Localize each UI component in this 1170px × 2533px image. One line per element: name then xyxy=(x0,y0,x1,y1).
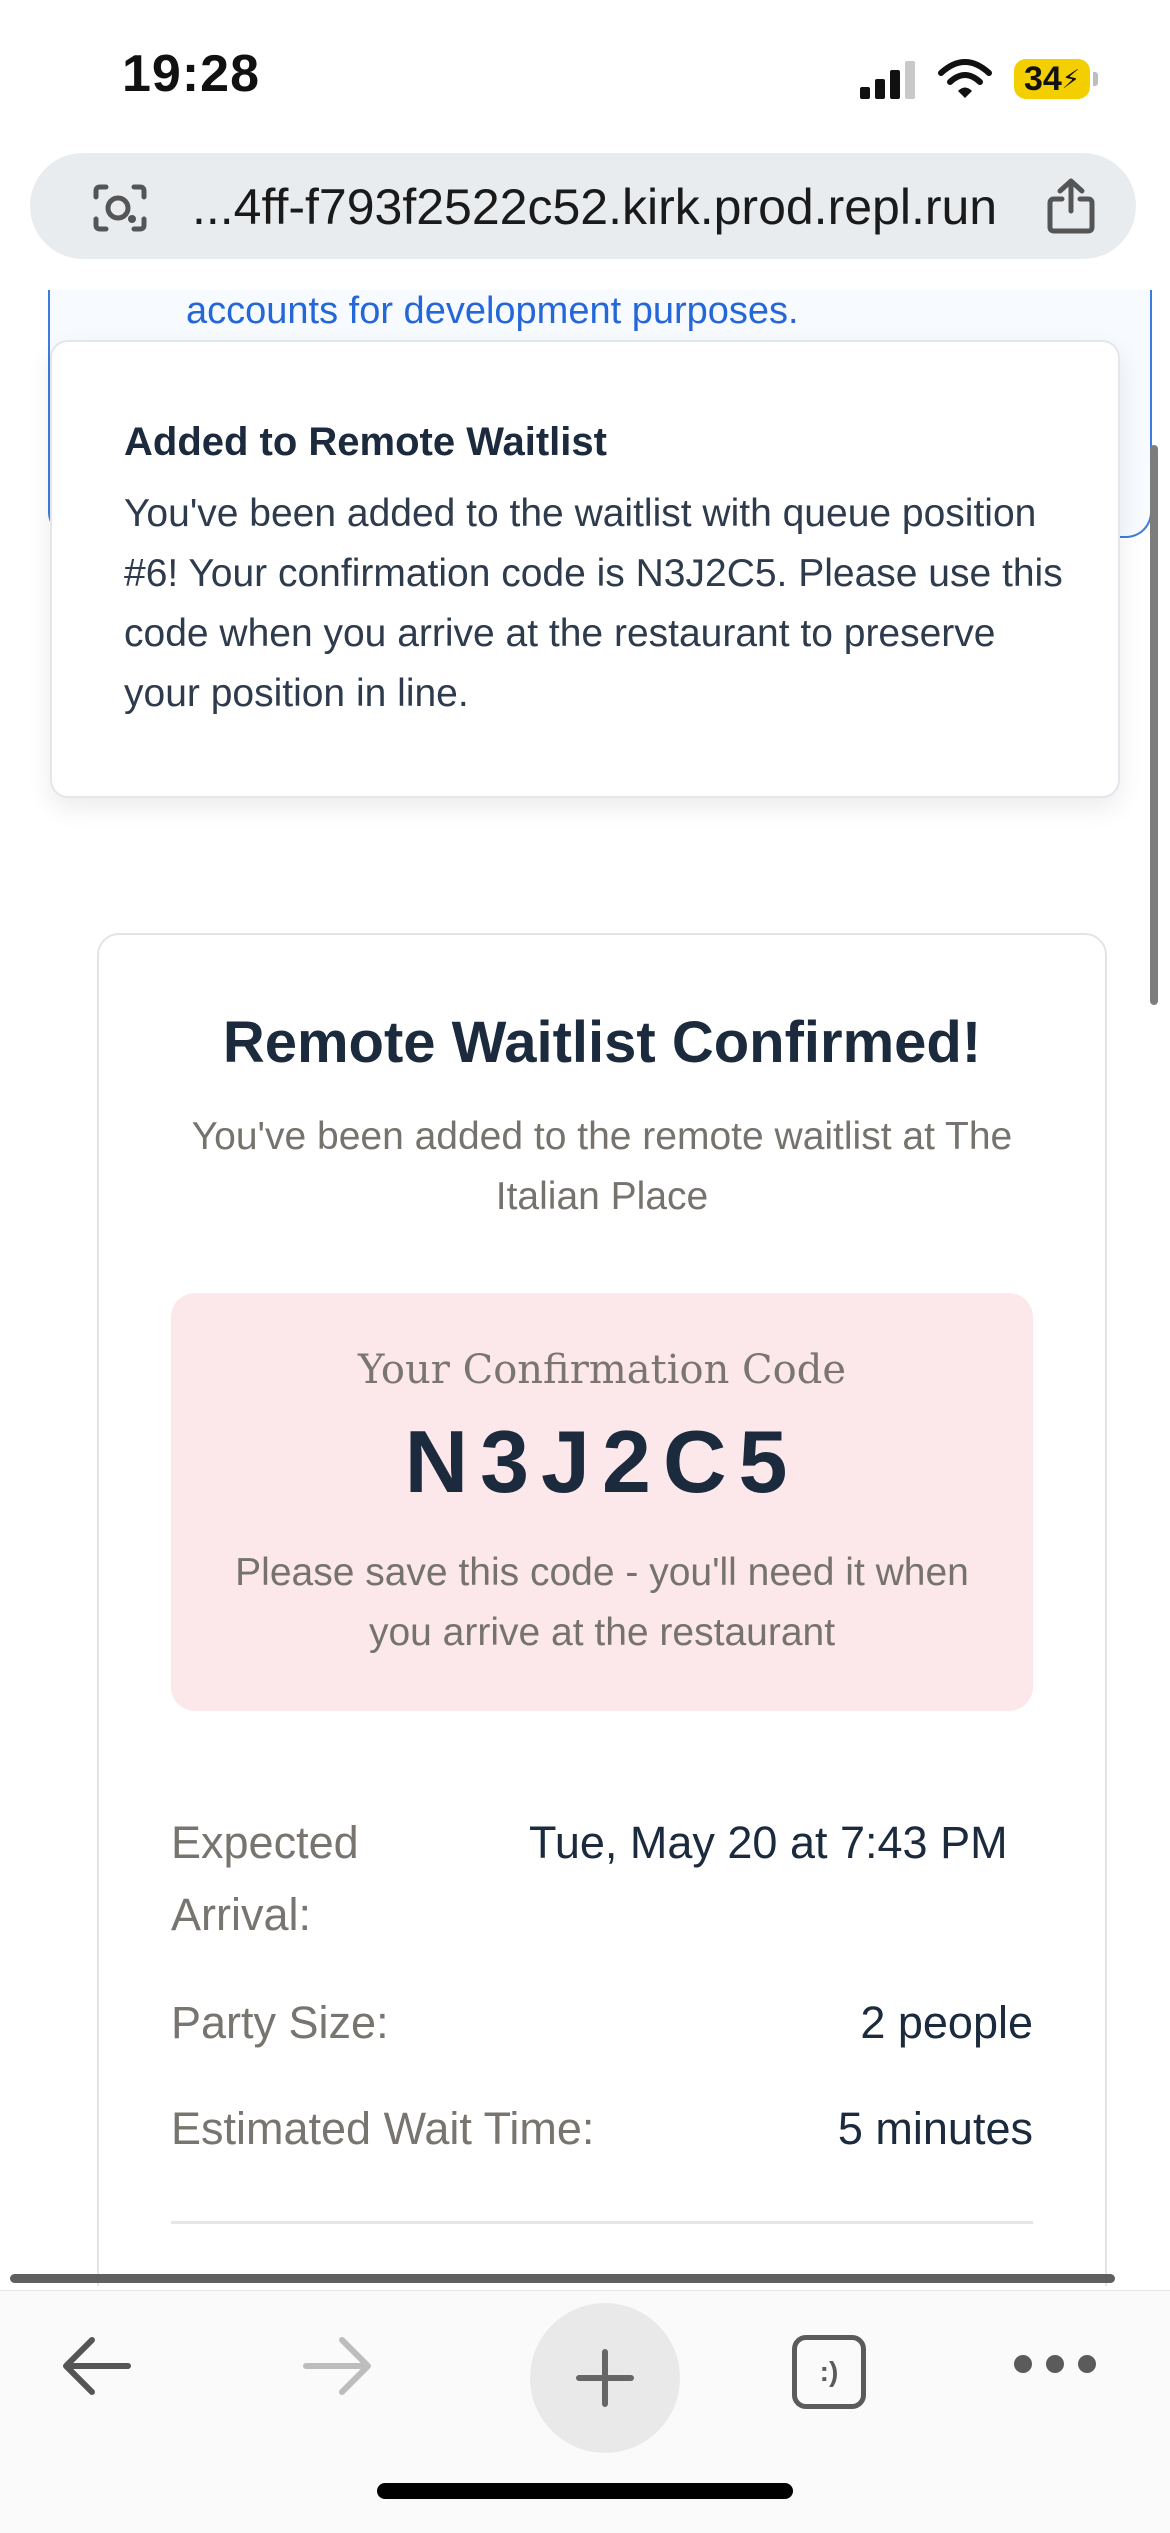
vertical-scrollbar[interactable] xyxy=(1150,445,1158,1005)
more-icon[interactable] xyxy=(1014,2355,1096,2373)
wait-time-value: 5 minutes xyxy=(837,2103,1033,2154)
status-bar: 19:28 34 ⚡ xyxy=(0,0,1170,150)
confirmation-code-box: Your Confirmation Code N3J2C5 Please sav… xyxy=(171,1293,1033,1711)
confirmation-card: Remote Waitlist Confirmed! You've been a… xyxy=(97,933,1107,2286)
plus-icon xyxy=(576,2349,634,2407)
dev-notice-text: accounts for development purposes. xyxy=(186,290,799,332)
address-bar[interactable]: ...4ff-f793f2522c52.kirk.prod.repl.run xyxy=(30,153,1136,259)
forward-arrow-icon[interactable] xyxy=(300,2331,376,2401)
back-arrow-icon[interactable] xyxy=(58,2331,134,2401)
page-title: Remote Waitlist Confirmed! xyxy=(222,1010,982,1075)
divider xyxy=(171,2221,1033,2224)
horizontal-scrollbar[interactable] xyxy=(10,2274,1115,2283)
party-size-label: Party Size: xyxy=(171,1997,389,2048)
url-text[interactable]: ...4ff-f793f2522c52.kirk.prod.repl.run xyxy=(192,178,997,236)
toast-title: Added to Remote Waitlist xyxy=(124,420,607,464)
share-icon[interactable] xyxy=(1046,177,1096,235)
lens-icon[interactable] xyxy=(92,183,148,233)
confirmation-subtitle: You've been added to the remote waitlist… xyxy=(191,1115,1013,1218)
expected-arrival-label: Expected Arrival: xyxy=(171,1817,359,1940)
code-note: Please save this code - you'll need it w… xyxy=(235,1551,969,1654)
tabs-icon[interactable]: :) xyxy=(792,2335,866,2409)
expected-arrival-value: Tue, May 20 at 7:43 PM xyxy=(529,1817,1008,1868)
wifi-icon xyxy=(938,59,992,98)
toast-notification[interactable]: Added to Remote Waitlist You've been add… xyxy=(50,340,1120,798)
confirmation-code: N3J2C5 xyxy=(404,1412,800,1511)
more-dot xyxy=(1014,2355,1032,2373)
new-tab-button[interactable] xyxy=(530,2303,680,2453)
home-indicator[interactable] xyxy=(377,2483,793,2499)
page-viewport: accounts for development purposes. Added… xyxy=(0,290,1170,2286)
toast-body: You've been added to the waitlist with q… xyxy=(124,492,1063,715)
status-icons: 34 ⚡ xyxy=(860,54,1098,104)
signal-icon xyxy=(860,61,915,99)
code-label: Your Confirmation Code xyxy=(357,1347,847,1393)
party-size-value: 2 people xyxy=(860,1997,1033,2048)
tabs-label: :) xyxy=(819,2356,839,2387)
more-dot xyxy=(1078,2355,1096,2373)
wait-time-label: Estimated Wait Time: xyxy=(171,2103,595,2154)
battery-level: 34 xyxy=(1023,59,1062,98)
more-dot xyxy=(1046,2355,1064,2373)
status-time: 19:28 xyxy=(122,45,260,103)
battery-icon: 34 ⚡ xyxy=(1014,59,1098,99)
